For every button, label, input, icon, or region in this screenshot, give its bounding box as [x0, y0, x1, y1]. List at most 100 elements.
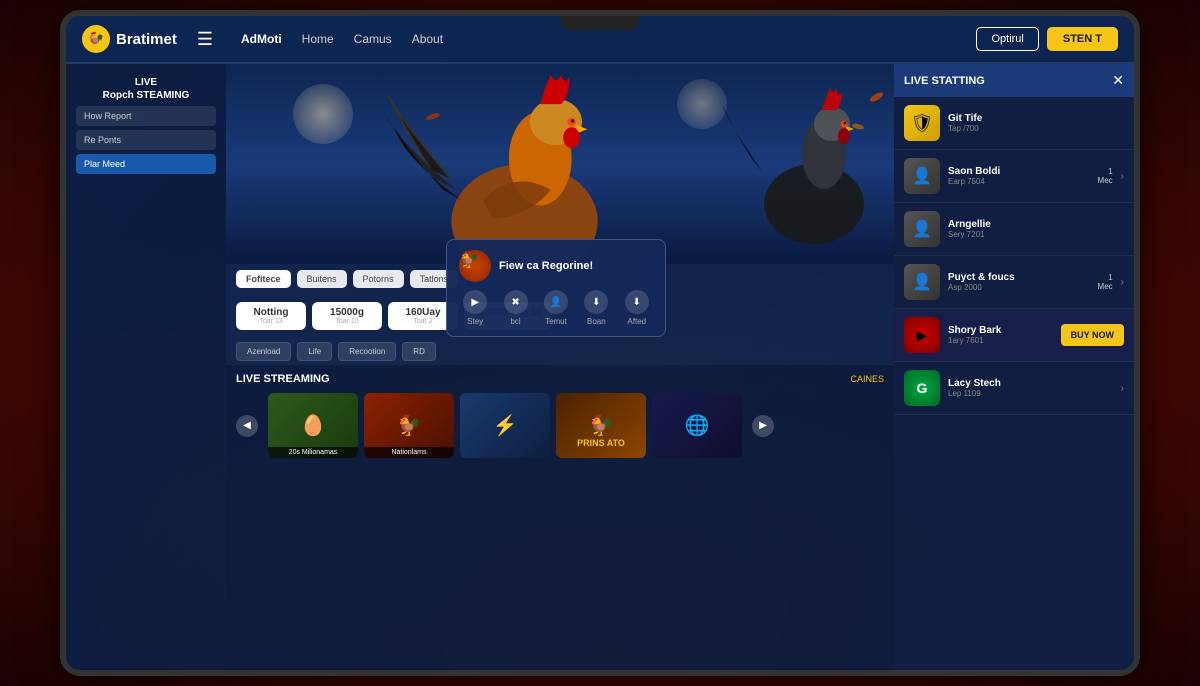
live-name-lacy: Lacy Stech: [948, 378, 1113, 389]
login-button[interactable]: Optirul: [976, 27, 1038, 51]
live-info-puyct: Puyct & foucs Asp 2000: [948, 272, 1090, 292]
boan-icon: ⬇: [584, 290, 608, 314]
close-button[interactable]: ✕: [1112, 72, 1124, 89]
live-avatar-puyct: 👤: [904, 264, 940, 300]
live-sub-shory: 1ary 7601: [948, 336, 1053, 345]
live-sub-saon: Earp 7504: [948, 177, 1090, 186]
live-meta-puyct: 1 Mec: [1098, 273, 1113, 291]
hero-video: [226, 64, 894, 264]
popup-actions: ▶ Stey ✖ bcl 👤 Temut ⬇ Boan: [459, 290, 653, 326]
brand-name: Bratimet: [116, 31, 177, 48]
live-streaming-title: LIVE STREAMING: [236, 373, 330, 385]
section-header: LIVE STREAMING CAINES: [236, 373, 884, 385]
chevron-right-saon: ›: [1121, 171, 1124, 182]
action-life[interactable]: Life: [297, 342, 332, 361]
nav-link-camus[interactable]: Camus: [346, 28, 400, 50]
notch: [560, 16, 640, 30]
live-info-shory: Shory Bark 1ary 7601: [948, 325, 1053, 345]
live-name-puyct: Puyct & foucs: [948, 272, 1090, 283]
center-area: 🐓 Fiew ca Regorine! ▶ Stey ✖ bcl 👤 Temut: [226, 64, 894, 670]
bcl-icon: ✖: [504, 290, 528, 314]
popup-action-temut[interactable]: 👤 Temut: [544, 290, 568, 326]
stat-sub-160uay: Toar 2: [398, 318, 448, 325]
action-row: Azenload Life Recootion RD: [226, 338, 894, 365]
live-streaming-link[interactable]: CAINES: [850, 374, 884, 384]
nav-link-home[interactable]: Home: [294, 28, 342, 50]
popup-avatar: 🐓: [459, 250, 491, 282]
hamburger-menu[interactable]: ☰: [189, 25, 221, 54]
live-info-lacy: Lacy Stech Lep 1109: [948, 378, 1113, 398]
afted-icon: ⬇: [625, 290, 649, 314]
filter-fofitece[interactable]: Fofitece: [236, 270, 291, 288]
thumbnail-4[interactable]: 🐓 PRINS ATO: [556, 393, 646, 458]
stey-label: Stey: [467, 317, 483, 326]
live-sub-arngellie: Sery 7201: [948, 230, 1124, 239]
thumbnail-1[interactable]: 🥚 20s Milionamas: [268, 393, 358, 458]
thumb-bg-4: 🐓: [556, 393, 646, 458]
signup-button[interactable]: STEN T: [1047, 27, 1118, 51]
live-sub-git-tife: Tap /700: [948, 124, 1124, 133]
sidebar-item-plar-meed[interactable]: Plar Meed: [76, 154, 216, 174]
popup-action-bcl[interactable]: ✖ bcl: [504, 290, 528, 326]
popup-title: Fiew ca Regorine!: [499, 260, 593, 272]
stat-value-notting: Notting: [246, 307, 296, 318]
thumbnail-2[interactable]: 🐓 Nationlams: [364, 393, 454, 458]
right-panel-body: 🛡 Git Tife Tap /700 👤 Saon Boldi Earp 75…: [894, 97, 1134, 670]
live-item-shory[interactable]: ▶ Shory Bark 1ary 7601 BUY NOW: [894, 309, 1134, 362]
live-item-git-tife[interactable]: 🛡 Git Tife Tap /700: [894, 97, 1134, 150]
filter-buitens[interactable]: Buitens: [297, 270, 347, 288]
thumb-label-2: Nationlams: [364, 447, 454, 458]
live-item-saon[interactable]: 👤 Saon Boldi Earp 7504 1 Mec ›: [894, 150, 1134, 203]
stat-card-notting: Notting Toar 13: [236, 302, 306, 330]
buy-now-button[interactable]: BUY NOW: [1061, 324, 1124, 346]
live-item-puyct[interactable]: 👤 Puyct & foucs Asp 2000 1 Mec ›: [894, 256, 1134, 309]
live-avatar-saon: 👤: [904, 158, 940, 194]
stat-sub-15000g: Toar 10: [322, 318, 372, 325]
temut-icon: 👤: [544, 290, 568, 314]
live-item-lacy[interactable]: G Lacy Stech Lep 1109 ›: [894, 362, 1134, 415]
live-avatar-arngellie: 👤: [904, 211, 940, 247]
action-rd[interactable]: RD: [402, 342, 436, 361]
main-content: LIVE Ropch STEAMING How Report Re Ponts …: [66, 64, 1134, 670]
chevron-right-lacy: ›: [1121, 383, 1124, 394]
nav-link-about[interactable]: About: [404, 28, 451, 50]
thumb-bg-5: 🌐: [652, 393, 742, 458]
live-info-arngellie: Arngellie Sery 7201: [948, 219, 1124, 239]
live-name-git-tife: Git Tife: [948, 113, 1124, 124]
live-avatar-git-tife: 🛡: [904, 105, 940, 141]
thumbnail-5[interactable]: 🌐: [652, 393, 742, 458]
thumbnails-row: ◀ 🥚 20s Milionamas 🐓 Nationlams ⚡ 🐓: [236, 393, 884, 458]
action-recootion[interactable]: Recootion: [338, 342, 396, 361]
filter-potorns[interactable]: Potorns: [353, 270, 404, 288]
popup-action-afted[interactable]: ⬇ Afted: [625, 290, 649, 326]
chevron-right-puyct: ›: [1121, 277, 1124, 288]
thumbnail-3[interactable]: ⚡: [460, 393, 550, 458]
temut-label: Temut: [545, 317, 567, 326]
live-meta-saon: 1 Mec: [1098, 167, 1113, 185]
live-info-saon: Saon Boldi Earp 7504: [948, 166, 1090, 186]
sidebar-item-re-ponts[interactable]: Re Ponts: [76, 130, 216, 150]
popup-action-stey[interactable]: ▶ Stey: [463, 290, 487, 326]
boan-label: Boan: [587, 317, 606, 326]
thumb-nav-left[interactable]: ◀: [236, 415, 258, 437]
thumb-nav-right[interactable]: ▶: [752, 415, 774, 437]
live-name-arngellie: Arngellie: [948, 219, 1124, 230]
sidebar-item-how-report[interactable]: How Report: [76, 106, 216, 126]
live-item-arngellie[interactable]: 👤 Arngellie Sery 7201: [894, 203, 1134, 256]
logo: 🐓 Bratimet: [82, 25, 177, 53]
nav-links: AdMoti Home Camus About: [233, 28, 964, 50]
right-panel: LIVE STATTING ✕ 🛡 Git Tife Tap /700 👤 Sa: [894, 64, 1134, 670]
action-azenload[interactable]: Azenload: [236, 342, 291, 361]
nav-actions: Optirul STEN T: [976, 27, 1118, 51]
popup-action-boan[interactable]: ⬇ Boan: [584, 290, 608, 326]
live-avatar-shory: ▶: [904, 317, 940, 353]
live-streaming-section: LIVE STREAMING CAINES ◀ 🥚 20s Milionamas…: [226, 365, 894, 670]
popup-header: 🐓 Fiew ca Regorine!: [459, 250, 653, 282]
nav-link-admoti[interactable]: AdMoti: [233, 28, 290, 50]
live-avatar-lacy: G: [904, 370, 940, 406]
stey-icon: ▶: [463, 290, 487, 314]
stat-sub-notting: Toar 13: [246, 318, 296, 325]
live-sub-puyct: Asp 2000: [948, 283, 1090, 292]
left-sidebar: LIVE Ropch STEAMING How Report Re Ponts …: [66, 64, 226, 670]
right-panel-header: LIVE STATTING ✕: [894, 64, 1134, 97]
